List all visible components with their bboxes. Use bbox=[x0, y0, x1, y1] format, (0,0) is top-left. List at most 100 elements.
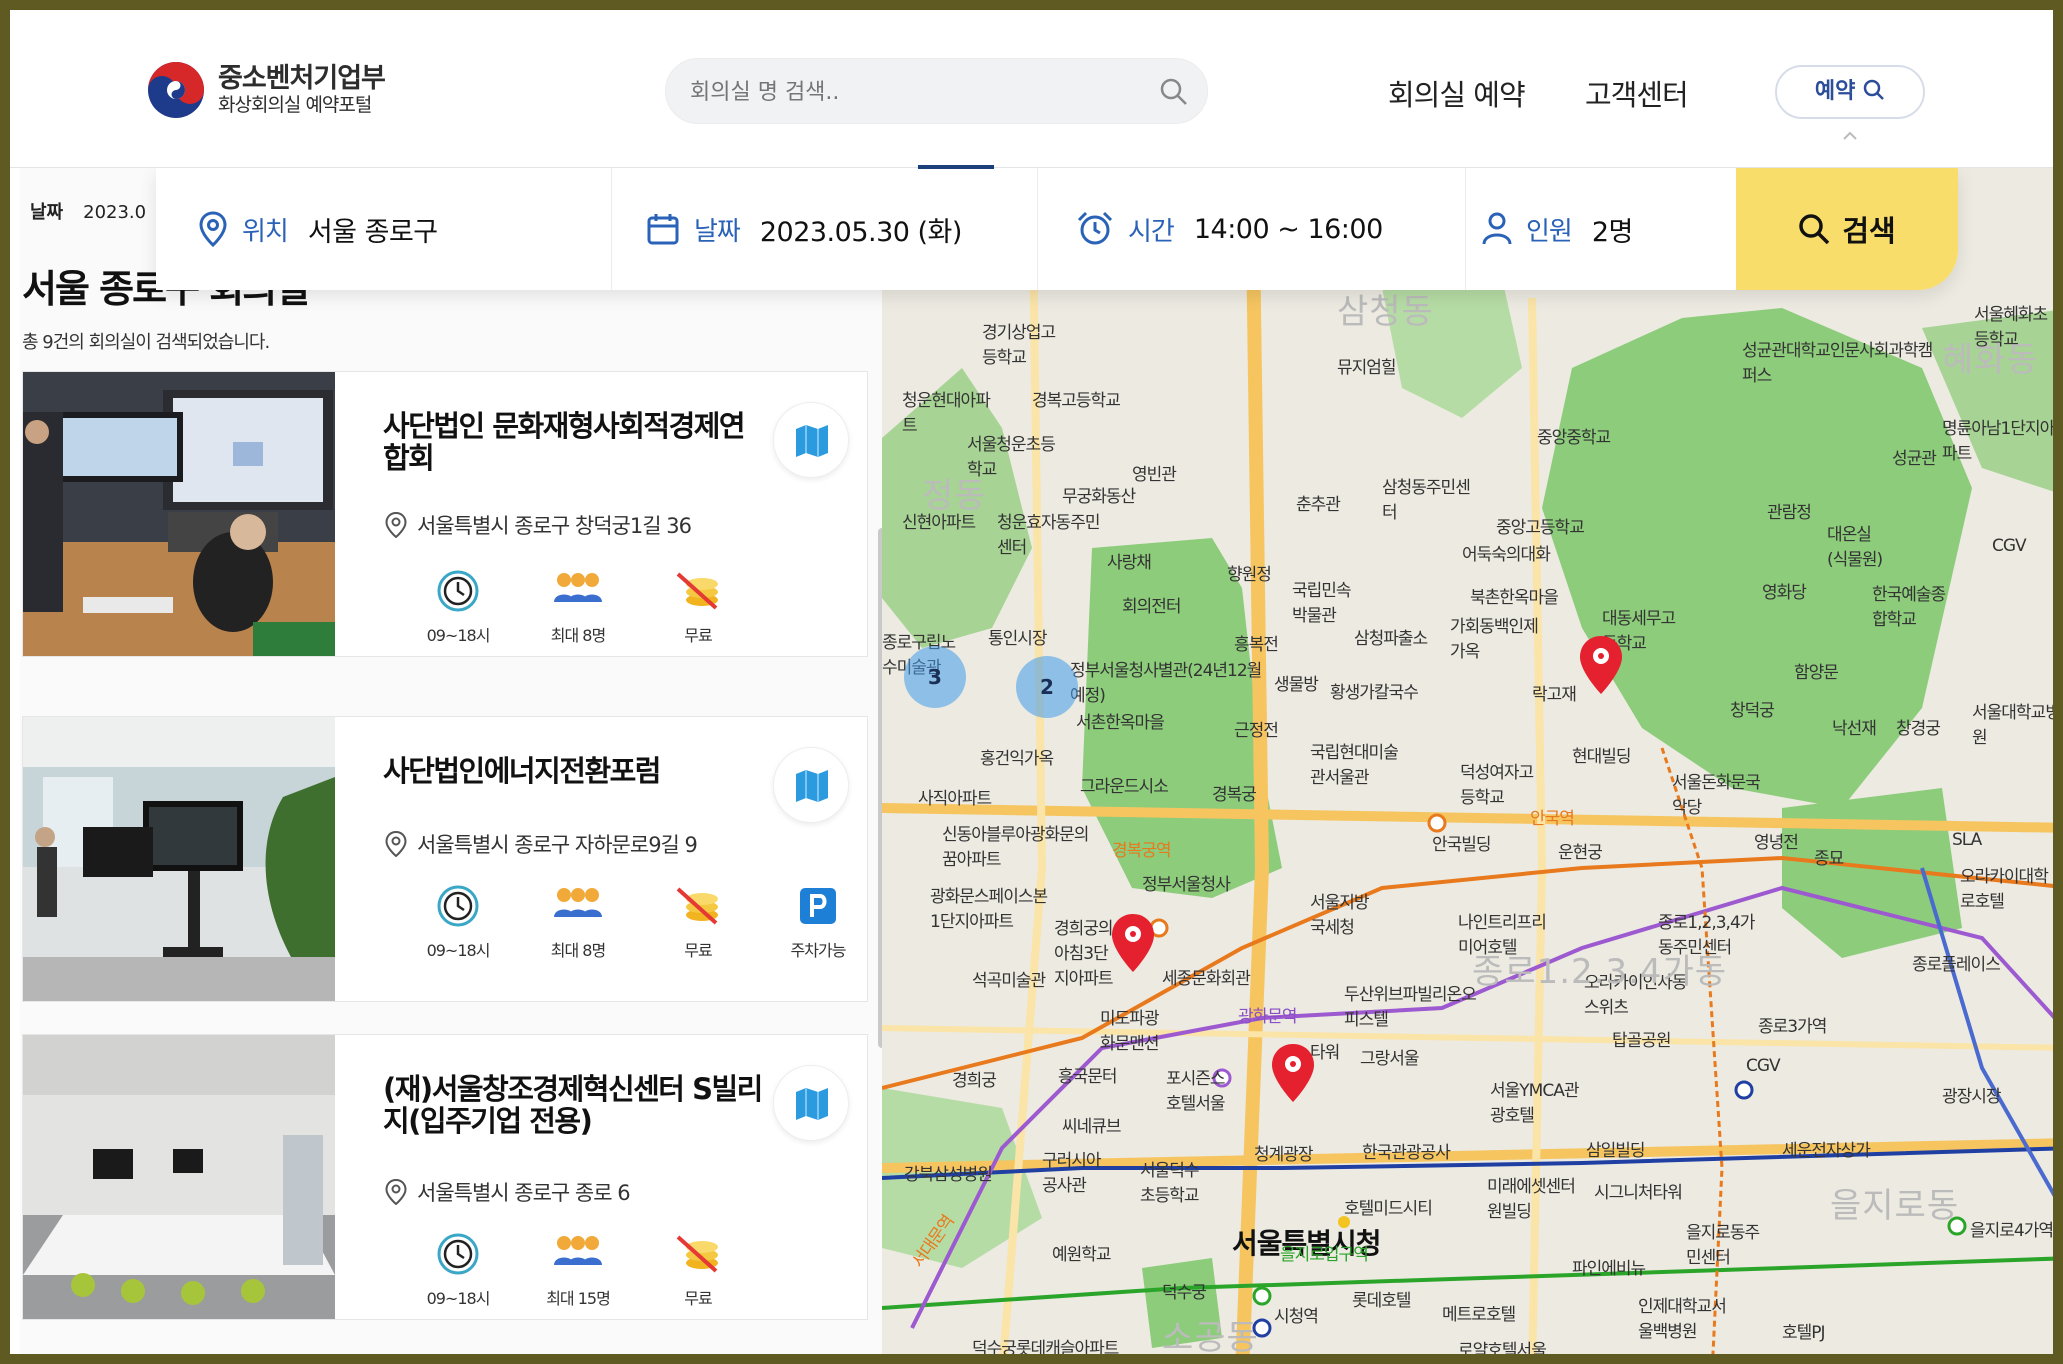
room-address: 서울특별시 종로구 자하문로9길 9 bbox=[385, 829, 698, 859]
map-label: 영빈관 bbox=[1132, 465, 1177, 485]
people-icon bbox=[554, 888, 602, 917]
site-logo[interactable]: 중소벤처기업부 화상회의실 예약포털 bbox=[146, 60, 386, 120]
location-value: 서울 종로구 bbox=[307, 216, 438, 248]
date-chip-label: 날짜 bbox=[30, 202, 64, 223]
map-pin-marker[interactable] bbox=[1580, 636, 1622, 694]
header-search-box[interactable] bbox=[665, 58, 1208, 124]
map-label: 현대빌딩 bbox=[1572, 747, 1632, 767]
feature-fee: 무료 bbox=[648, 1233, 748, 1309]
people-filter[interactable]: 인원 2명 bbox=[1482, 168, 1736, 290]
map-label: 신동아블루아광화문의꿈아파트 bbox=[942, 825, 1089, 870]
map-label: 한국예술종합학교 bbox=[1872, 585, 1946, 630]
fee-text: 무료 bbox=[684, 626, 712, 645]
room-search-input[interactable] bbox=[690, 77, 1130, 107]
map-label: 흥국문터 bbox=[1058, 1067, 1118, 1087]
feature-capacity: 최대 8명 bbox=[528, 570, 628, 646]
map-label: 창경궁 bbox=[1896, 719, 1941, 739]
map-pin-marker[interactable] bbox=[1112, 914, 1154, 972]
room-photo[interactable] bbox=[23, 372, 335, 656]
map-label: 운현궁 bbox=[1558, 843, 1603, 863]
search-button[interactable]: 검색 bbox=[1736, 168, 1958, 290]
map-label: 호텔PJ bbox=[1782, 1323, 1826, 1343]
feature-fee: 무료 bbox=[648, 885, 748, 961]
map-label: 종로플레이스 bbox=[1912, 955, 2001, 975]
map-label: 경복궁 bbox=[1212, 785, 1257, 805]
map-label: 광화문스페이스본1단지아파트 bbox=[930, 887, 1048, 932]
map-label: 을지로입구역 bbox=[1280, 1245, 1369, 1265]
map-label: 삼청동주민센터 bbox=[1382, 478, 1471, 523]
map-label: 씨네큐브 bbox=[1062, 1117, 1122, 1137]
people-icon bbox=[554, 1236, 602, 1265]
clock-icon bbox=[437, 1233, 479, 1275]
room-address: 서울특별시 종로구 창덕궁1길 36 bbox=[385, 510, 692, 540]
map-label: 석곡미술관 bbox=[972, 971, 1046, 991]
map-view-button[interactable] bbox=[773, 747, 849, 823]
nav-customer-center[interactable]: 고객센터 bbox=[1585, 72, 1689, 114]
map-label: 포시즌스호텔서울 bbox=[1166, 1069, 1226, 1114]
map-label: 황생가칼국수 bbox=[1330, 683, 1419, 703]
map-label: 덕성여자고등학교 bbox=[1460, 763, 1534, 808]
map-label: 서울덕수초등학교 bbox=[1140, 1161, 1200, 1206]
map-label: 덕수궁 bbox=[1162, 1283, 1207, 1303]
map-label: 서울YMCA관광호텔 bbox=[1490, 1081, 1579, 1126]
clock-icon bbox=[437, 885, 479, 927]
map-view[interactable]: 삼청동 뮤지엄힐 경기상업고등학교 경복고등학교 청운현대아파트 서울청운초등학… bbox=[882, 168, 2053, 1354]
capacity-text: 최대 8명 bbox=[550, 626, 606, 645]
room-card[interactable]: 사단법인 문화재형사회적경제연합회 서울특별시 종로구 창덕궁1길 36 09~… bbox=[22, 371, 868, 657]
room-photo[interactable] bbox=[23, 717, 335, 1001]
map-label: 타워 bbox=[1310, 1043, 1340, 1063]
map-label: 경희궁 bbox=[952, 1071, 997, 1091]
map-label: 정부서울청사 bbox=[1142, 875, 1231, 895]
map-label: 북촌한옥마을 bbox=[1470, 588, 1559, 608]
map-label: 종로1.2.3.4가동 bbox=[1472, 952, 1728, 992]
room-card[interactable]: 사단법인에너지전환포럼 서울특별시 종로구 자하문로9길 9 09~18시 최대… bbox=[22, 716, 868, 1002]
search-icon[interactable] bbox=[1159, 77, 1189, 107]
room-name[interactable]: (재)서울창조경제혁신센터 S빌리지(입주기업 전용) bbox=[383, 1073, 763, 1137]
map-label: 미도파광화문맨션 bbox=[1100, 1009, 1160, 1054]
map-label: 춘추관 bbox=[1296, 495, 1341, 515]
people-value: 2명 bbox=[1591, 216, 1634, 248]
free-coin-icon bbox=[676, 1235, 718, 1273]
room-photo[interactable] bbox=[23, 1035, 335, 1319]
search-icon bbox=[1863, 79, 1884, 100]
taegeuk-logo-icon bbox=[148, 62, 204, 118]
map-label: 인제대학교서울백병원 bbox=[1638, 1297, 1727, 1342]
date-chip[interactable]: 날짜 2023.0 bbox=[30, 198, 146, 224]
map-label: 을지로동 bbox=[1830, 1186, 1960, 1226]
chevron-up-icon[interactable] bbox=[1842, 128, 1858, 144]
alarm-clock-icon bbox=[1077, 211, 1113, 245]
result-list-panel: 날짜2023.0 서울 종로구 회의실 총 9건의 회의실이 검색되었습니다. bbox=[20, 168, 882, 1354]
map-label: 시그니처타워 bbox=[1594, 1183, 1683, 1203]
map-label: 정부서울청사별관(24년12월예정) bbox=[1070, 661, 1262, 706]
logo-subtitle: 화상회의실 예약포털 bbox=[218, 94, 372, 116]
map-label: 국립현대미술관서울관 bbox=[1310, 743, 1399, 788]
location-filter[interactable]: 위치 서울 종로구 bbox=[198, 168, 612, 290]
map-label: 뮤지엄힐 bbox=[1337, 358, 1397, 378]
reservation-search-button[interactable]: 예약 bbox=[1775, 65, 1925, 119]
map-cluster-marker[interactable]: 2 bbox=[1016, 656, 1078, 718]
room-name[interactable]: 사단법인에너지전환포럼 bbox=[383, 755, 763, 787]
map-label: 관람정 bbox=[1767, 503, 1812, 523]
map-label: 낙선재 bbox=[1832, 719, 1877, 739]
room-card[interactable]: (재)서울창조경제혁신센터 S빌리지(입주기업 전용) 서울특별시 종로구 종로… bbox=[22, 1034, 868, 1320]
feature-hours: 09~18시 bbox=[408, 885, 508, 961]
map-label: 종묘 bbox=[1814, 849, 1844, 869]
top-header: 중소벤처기업부 화상회의실 예약포털 회의실 예약 고객센터 예약 bbox=[10, 10, 2053, 169]
map-label: 락고재 bbox=[1532, 685, 1577, 705]
room-name[interactable]: 사단법인 문화재형사회적경제연합회 bbox=[383, 410, 763, 474]
hours-text: 09~18시 bbox=[426, 1289, 491, 1308]
map-pin-marker[interactable] bbox=[1272, 1044, 1314, 1102]
map-cluster-marker[interactable]: 3 bbox=[904, 646, 966, 708]
date-filter[interactable]: 날짜 2023.05.30 (화) bbox=[646, 168, 1038, 290]
map-label: 가회동백인제가옥 bbox=[1450, 617, 1539, 662]
time-filter[interactable]: 시간 14:00 ~ 16:00 bbox=[1076, 168, 1466, 290]
map-view-button[interactable] bbox=[773, 402, 849, 478]
free-coin-icon bbox=[676, 887, 718, 925]
nav-room-reservation[interactable]: 회의실 예약 bbox=[1388, 72, 1526, 114]
map-label: 경복고등학교 bbox=[1032, 391, 1121, 411]
map-view-button[interactable] bbox=[773, 1065, 849, 1141]
list-scrollbar[interactable] bbox=[878, 528, 882, 1048]
time-label: 시간 bbox=[1128, 216, 1175, 247]
location-pin-icon bbox=[385, 831, 407, 857]
map-label: 탑골공원 bbox=[1612, 1031, 1672, 1051]
